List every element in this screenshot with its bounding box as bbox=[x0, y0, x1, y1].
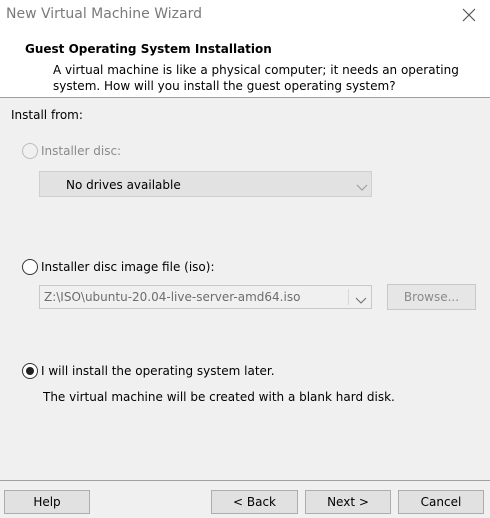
install-later-radio[interactable] bbox=[22, 363, 38, 379]
chevron-down-icon bbox=[356, 181, 368, 191]
page-description: A virtual machine is like a physical com… bbox=[53, 63, 459, 93]
iso-path-value: Z:\ISO\ubuntu-20.04-live-server-amd64.is… bbox=[44, 290, 301, 304]
cancel-button[interactable]: Cancel bbox=[398, 490, 484, 514]
install-later-description: The virtual machine will be created with… bbox=[43, 390, 395, 404]
iso-radio[interactable] bbox=[22, 259, 38, 275]
back-button[interactable]: < Back bbox=[211, 490, 298, 514]
install-later-option[interactable]: I will install the operating system late… bbox=[22, 363, 275, 379]
installer-disc-label: Installer disc: bbox=[41, 144, 122, 158]
title-bar: New Virtual Machine Wizard bbox=[0, 0, 490, 30]
page-title: Guest Operating System Installation bbox=[25, 42, 272, 56]
drive-dropdown-value: No drives available bbox=[66, 178, 181, 192]
close-icon[interactable] bbox=[458, 4, 480, 26]
help-button[interactable]: Help bbox=[4, 490, 90, 514]
next-button[interactable]: Next > bbox=[305, 490, 391, 514]
iso-path-combobox[interactable]: Z:\ISO\ubuntu-20.04-live-server-amd64.is… bbox=[39, 285, 372, 309]
drive-dropdown: No drives available bbox=[39, 171, 372, 197]
iso-label[interactable]: Installer disc image file (iso): bbox=[41, 260, 214, 274]
iso-option[interactable]: Installer disc image file (iso): bbox=[22, 259, 214, 275]
chevron-down-icon[interactable] bbox=[355, 294, 367, 304]
install-later-label[interactable]: I will install the operating system late… bbox=[41, 364, 275, 378]
browse-button[interactable]: Browse... bbox=[387, 284, 476, 310]
window-title: New Virtual Machine Wizard bbox=[6, 6, 202, 22]
installer-disc-option: Installer disc: bbox=[22, 143, 121, 159]
install-from-label: Install from: bbox=[11, 108, 83, 122]
wizard-header: Guest Operating System Installation A vi… bbox=[0, 30, 490, 98]
installer-disc-radio bbox=[22, 143, 38, 159]
